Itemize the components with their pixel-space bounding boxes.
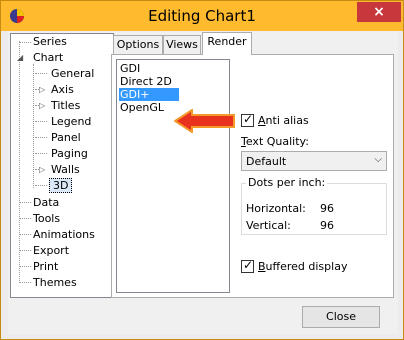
dots-per-inch-group: Dots per inch: Horizontal: 96 Vertical: … <box>241 176 387 235</box>
tree-item-general[interactable]: General <box>51 67 94 81</box>
checkmark-icon: ✓ <box>243 112 254 126</box>
dialog-window: Editing Chart1 × Series ◢ Chart General … <box>0 0 404 340</box>
tree-item-data[interactable]: Data <box>33 196 59 210</box>
horizontal-label: Horizontal: <box>246 202 306 215</box>
collapse-chevron-icon[interactable]: ◢ <box>17 51 25 65</box>
expand-chevron-icon[interactable]: ▷ <box>39 83 47 97</box>
tree-item-axis[interactable]: Axis <box>51 83 74 97</box>
tree-item-walls[interactable]: Walls <box>51 163 80 177</box>
vertical-value: 96 <box>320 219 334 232</box>
text-quality-select[interactable]: Default ⌵ <box>241 151 387 171</box>
renderer-item-gdi[interactable]: GDI <box>119 62 179 75</box>
renderer-item-direct2d[interactable]: Direct 2D <box>119 75 179 88</box>
tab-options[interactable]: Options <box>113 35 163 55</box>
window-title: Editing Chart1 <box>148 7 256 25</box>
renderer-item-opengl[interactable]: OpenGL <box>119 101 179 114</box>
editor-tree[interactable]: Series ◢ Chart General ▷ Axis ▷ Titles L… <box>10 33 114 298</box>
close-button[interactable]: Close <box>302 306 380 328</box>
annotation-arrow-icon <box>174 109 235 133</box>
render-tab-panel: GDI Direct 2D GDI+ OpenGL ✓ Anti alias T… <box>111 54 394 298</box>
dialog-client: Series ◢ Chart General ▷ Axis ▷ Titles L… <box>8 31 398 334</box>
checkmark-icon: ✓ <box>243 258 254 272</box>
tree-item-paging[interactable]: Paging <box>51 147 88 161</box>
tree-item-titles[interactable]: Titles <box>51 99 80 113</box>
vertical-label: Vertical: <box>246 219 291 232</box>
tree-item-series[interactable]: Series <box>33 35 67 49</box>
anti-alias-label[interactable]: Anti alias <box>258 114 309 127</box>
tree-item-export[interactable]: Export <box>33 244 69 258</box>
tree-item-themes[interactable]: Themes <box>33 276 77 290</box>
tree-item-legend[interactable]: Legend <box>51 115 91 129</box>
tab-views[interactable]: Views <box>163 35 201 55</box>
buffered-display-label[interactable]: Buffered display <box>258 260 347 273</box>
tree-item-tools[interactable]: Tools <box>33 212 60 226</box>
tree-item-panel[interactable]: Panel <box>51 131 81 145</box>
text-quality-label: Text Quality: <box>241 135 309 148</box>
close-icon: × <box>373 4 385 20</box>
tree-item-print[interactable]: Print <box>33 260 58 274</box>
title-bar[interactable]: Editing Chart1 × <box>1 1 403 31</box>
expand-chevron-icon[interactable]: ▷ <box>39 163 47 177</box>
tree-item-3d[interactable]: 3D <box>49 178 73 193</box>
renderer-list[interactable]: GDI Direct 2D GDI+ OpenGL <box>116 59 230 293</box>
window-close-button[interactable]: × <box>357 2 401 22</box>
expand-chevron-icon[interactable]: ▷ <box>39 99 47 113</box>
anti-alias-checkbox[interactable]: ✓ <box>241 112 254 127</box>
tree-item-animations[interactable]: Animations <box>33 228 95 242</box>
buffered-display-checkbox[interactable]: ✓ <box>241 258 254 273</box>
tree-item-chart[interactable]: Chart <box>33 51 63 65</box>
tab-render[interactable]: Render <box>202 32 252 55</box>
renderer-item-gdiplus[interactable]: GDI+ <box>119 88 179 101</box>
chevron-down-icon: ⌵ <box>374 154 382 165</box>
horizontal-value: 96 <box>320 202 334 215</box>
